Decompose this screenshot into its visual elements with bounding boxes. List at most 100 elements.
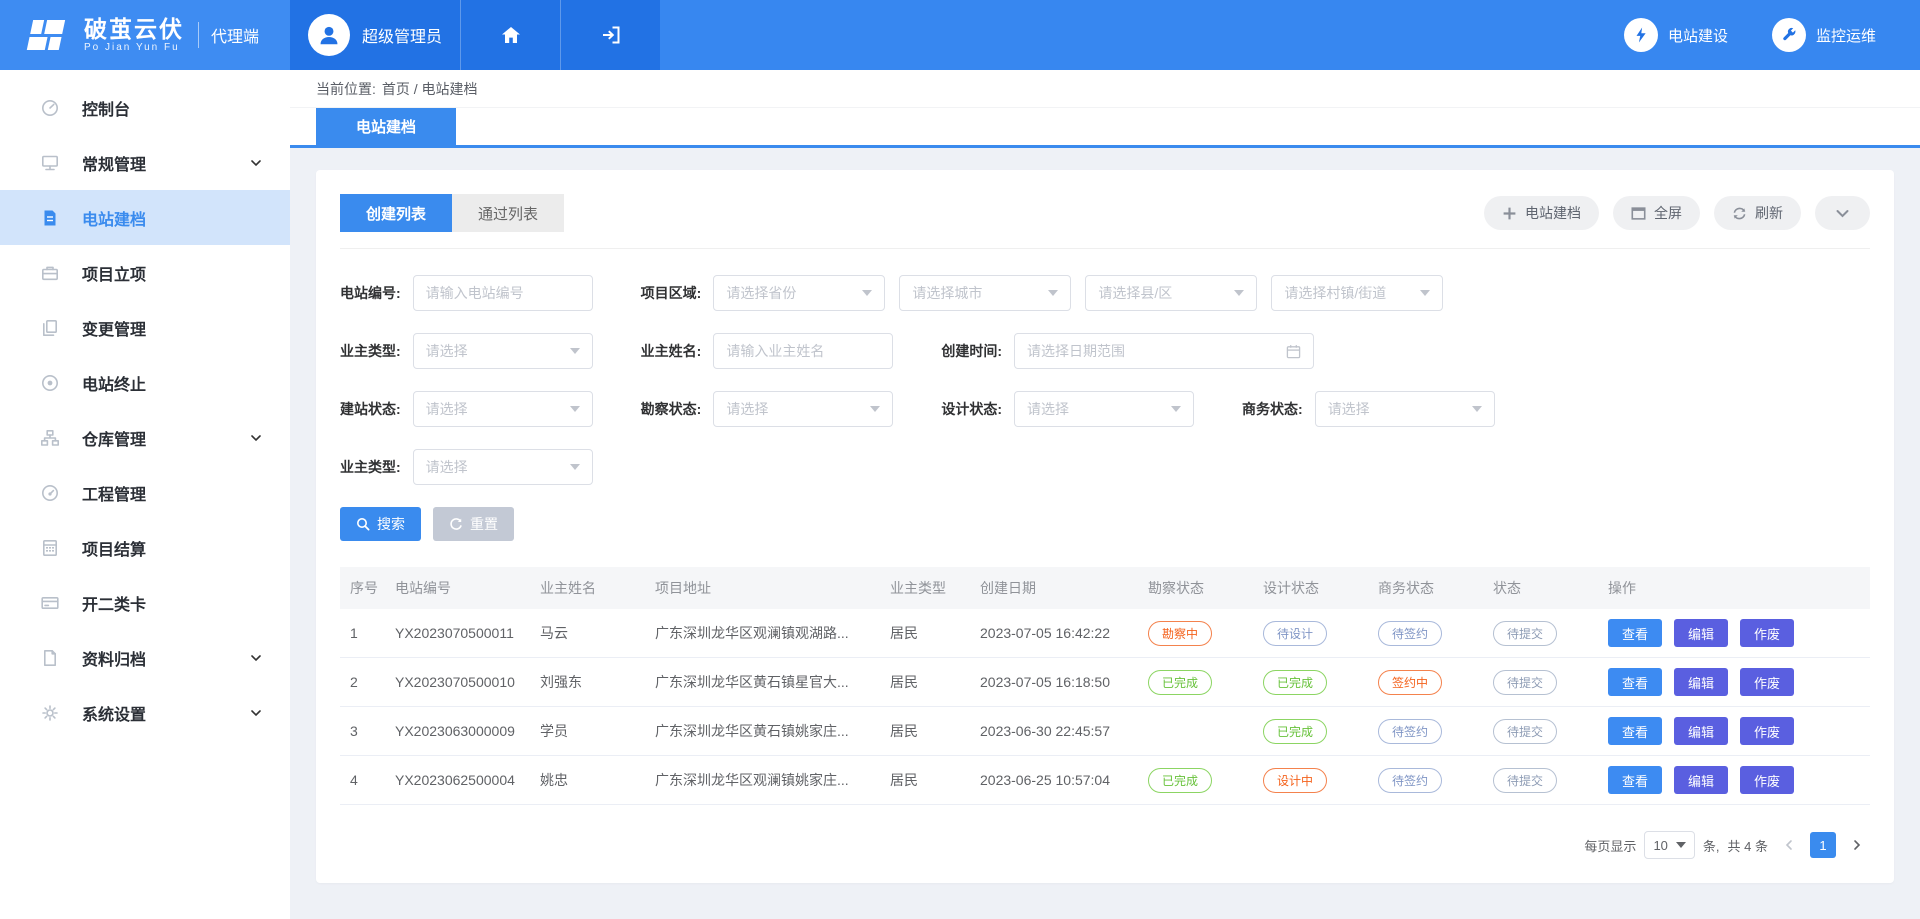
page-tab-plant-archive[interactable]: 电站建档 bbox=[316, 108, 456, 145]
owner-type-select[interactable]: 请选择 bbox=[413, 333, 593, 369]
table-row: 1 YX2023070500011 马云 广东深圳龙华区观澜镇观湖路... 居民… bbox=[340, 609, 1870, 658]
edit-button[interactable]: 编辑 bbox=[1674, 717, 1728, 745]
business-status-select[interactable]: 请选择 bbox=[1315, 391, 1495, 427]
tab-create-list[interactable]: 创建列表 bbox=[340, 194, 452, 232]
survey-status-badge: 勘察中 bbox=[1148, 621, 1212, 646]
void-button[interactable]: 作废 bbox=[1740, 717, 1794, 745]
sidebar-item-label: 项目结算 bbox=[82, 536, 262, 560]
per-page-unit: 条, bbox=[1703, 836, 1720, 855]
wrench-icon bbox=[1772, 18, 1806, 52]
nav-monitor-label: 监控运维 bbox=[1816, 25, 1876, 46]
survey-status-badge: 已完成 bbox=[1148, 670, 1212, 695]
user-menu[interactable]: 超级管理员 bbox=[290, 0, 460, 70]
sidebar-item-project-settlement[interactable]: 项目结算 bbox=[0, 520, 290, 575]
cell-created: 2023-06-25 10:57:04 bbox=[970, 772, 1138, 788]
status-badge: 待提交 bbox=[1493, 621, 1557, 646]
business-status-badge: 待签约 bbox=[1378, 768, 1442, 793]
design-status-select[interactable]: 请选择 bbox=[1014, 391, 1194, 427]
sidebar-item-warehouse-mgmt[interactable]: 仓库管理 bbox=[0, 410, 290, 465]
sidebar-item-system-settings[interactable]: 系统设置 bbox=[0, 685, 290, 740]
owner-name-input[interactable] bbox=[713, 333, 893, 369]
view-button[interactable]: 查看 bbox=[1608, 766, 1662, 794]
logout-button[interactable] bbox=[560, 0, 660, 70]
sidebar-item-engineering-mgmt[interactable]: 工程管理 bbox=[0, 465, 290, 520]
sidebar-item-general-mgmt[interactable]: 常规管理 bbox=[0, 135, 290, 190]
nav-monitor-ops[interactable]: 监控运维 bbox=[1772, 0, 1876, 70]
city-select[interactable]: 请选择城市 bbox=[899, 275, 1071, 311]
refresh-icon bbox=[1732, 206, 1747, 221]
cell-address: 广东深圳龙华区观澜镇姚家庄... bbox=[645, 770, 880, 790]
owner-type2-select[interactable]: 请选择 bbox=[413, 449, 593, 485]
cell-address: 广东深圳龙华区黄石镇姚家庄... bbox=[645, 721, 880, 741]
sidebar-item-console[interactable]: 控制台 bbox=[0, 80, 290, 135]
brand-logo-icon bbox=[26, 16, 72, 54]
search-icon bbox=[356, 517, 370, 531]
add-plant-button[interactable]: 电站建档 bbox=[1484, 196, 1599, 230]
owner-type-placeholder: 请选择 bbox=[426, 341, 468, 361]
province-select[interactable]: 请选择省份 bbox=[713, 275, 885, 311]
sidebar-item-change-mgmt[interactable]: 变更管理 bbox=[0, 300, 290, 355]
void-button[interactable]: 作废 bbox=[1740, 619, 1794, 647]
sidebar-item-label: 常规管理 bbox=[82, 151, 250, 175]
chevron-down-icon bbox=[250, 157, 262, 169]
survey-status-label: 勘察状态: bbox=[641, 399, 702, 419]
target-icon bbox=[40, 373, 60, 393]
brand-text: 破茧云伏 Po Jian Yun Fu bbox=[84, 17, 184, 53]
view-button[interactable]: 查看 bbox=[1608, 619, 1662, 647]
build-status-select[interactable]: 请选择 bbox=[413, 391, 593, 427]
chevron-down-icon bbox=[250, 707, 262, 719]
sidebar-item-label: 开二类卡 bbox=[82, 591, 262, 615]
sidebar-item-label: 控制台 bbox=[82, 96, 262, 120]
edit-button[interactable]: 编辑 bbox=[1674, 619, 1728, 647]
design-status-badge: 待设计 bbox=[1263, 621, 1327, 646]
home-button[interactable] bbox=[460, 0, 560, 70]
caret-icon bbox=[1472, 406, 1482, 412]
sidebar-item-class2-card[interactable]: 开二类卡 bbox=[0, 575, 290, 630]
collapse-button[interactable] bbox=[1815, 196, 1870, 230]
void-button[interactable]: 作废 bbox=[1740, 668, 1794, 696]
fullscreen-button[interactable]: 全屏 bbox=[1613, 196, 1700, 230]
caret-icon bbox=[1420, 290, 1430, 296]
search-label: 搜索 bbox=[377, 514, 405, 534]
sidebar-item-project-initiation[interactable]: 项目立项 bbox=[0, 245, 290, 300]
survey-status-select[interactable]: 请选择 bbox=[713, 391, 893, 427]
business-status-placeholder: 请选择 bbox=[1328, 399, 1370, 419]
town-select[interactable]: 请选择村镇/街道 bbox=[1271, 275, 1443, 311]
col-index: 序号 bbox=[340, 578, 385, 598]
edit-button[interactable]: 编辑 bbox=[1674, 766, 1728, 794]
credit-card-icon bbox=[40, 593, 60, 613]
refresh-button[interactable]: 刷新 bbox=[1714, 196, 1801, 230]
cell-created: 2023-07-05 16:18:50 bbox=[970, 674, 1138, 690]
view-button[interactable]: 查看 bbox=[1608, 717, 1662, 745]
plant-no-input[interactable] bbox=[413, 275, 593, 311]
void-button[interactable]: 作废 bbox=[1740, 766, 1794, 794]
view-button[interactable]: 查看 bbox=[1608, 668, 1662, 696]
per-page-select[interactable]: 10 bbox=[1644, 831, 1694, 859]
user-name: 超级管理员 bbox=[362, 23, 442, 47]
sidebar-item-plant-archive[interactable]: 电站建档 bbox=[0, 190, 290, 245]
status-badge: 待提交 bbox=[1493, 719, 1557, 744]
county-select[interactable]: 请选择县/区 bbox=[1085, 275, 1257, 311]
nav-plant-construction[interactable]: 电站建设 bbox=[1624, 0, 1728, 70]
design-status-badge: 已完成 bbox=[1263, 719, 1327, 744]
date-range-picker[interactable]: 请选择日期范围 bbox=[1014, 333, 1314, 369]
create-time-label: 创建时间: bbox=[941, 341, 1002, 361]
cell-owner-type: 居民 bbox=[880, 623, 970, 643]
sidebar-item-data-archive[interactable]: 资料归档 bbox=[0, 630, 290, 685]
prev-page-button[interactable] bbox=[1776, 832, 1802, 858]
search-button[interactable]: 搜索 bbox=[340, 507, 421, 541]
breadcrumb: 当前位置: 首页 / 电站建档 bbox=[290, 70, 1920, 108]
edit-button[interactable]: 编辑 bbox=[1674, 668, 1728, 696]
next-page-button[interactable] bbox=[1844, 832, 1870, 858]
topbar-spacer bbox=[660, 0, 1624, 70]
reset-button[interactable]: 重置 bbox=[433, 507, 514, 541]
page-number[interactable]: 1 bbox=[1810, 832, 1836, 858]
home-icon bbox=[499, 23, 523, 47]
sidebar-item-plant-termination[interactable]: 电站终止 bbox=[0, 355, 290, 410]
caret-icon bbox=[1676, 842, 1686, 848]
tab-passed-list[interactable]: 通过列表 bbox=[452, 194, 564, 232]
table-row: 3 YX2023063000009 学员 广东深圳龙华区黄石镇姚家庄... 居民… bbox=[340, 707, 1870, 756]
breadcrumb-path[interactable]: 首页 / 电站建档 bbox=[382, 79, 478, 99]
cell-index: 1 bbox=[340, 625, 385, 641]
cell-plant-code: YX2023062500004 bbox=[385, 772, 530, 788]
